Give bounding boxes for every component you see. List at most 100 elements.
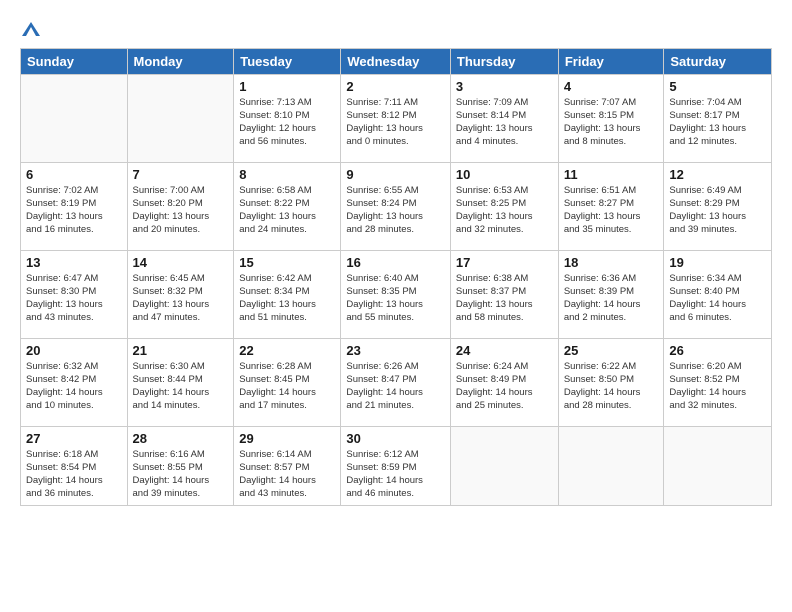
day-info: Sunrise: 7:02 AM Sunset: 8:19 PM Dayligh… bbox=[26, 184, 122, 237]
day-number: 5 bbox=[669, 79, 766, 94]
calendar-cell: 16 Sunrise: 6:40 AM Sunset: 8:35 PM Dayli… bbox=[341, 250, 451, 338]
logo-icon bbox=[22, 22, 40, 36]
calendar-cell: 17Sunrise: 6:38 AM Sunset: 8:37 PM Dayli… bbox=[450, 250, 558, 338]
calendar-cell: 18 Sunrise: 6:36 AM Sunset: 8:39 PM Dayli… bbox=[558, 250, 664, 338]
calendar-cell: 28 Sunrise: 6:16 AM Sunset: 8:55 PM Dayli… bbox=[127, 426, 234, 505]
day-number: 10 bbox=[456, 167, 553, 182]
day-info: Sunrise: 7:13 AM Sunset: 8:10 PM Dayligh… bbox=[239, 96, 335, 149]
calendar-cell: 1 Sunrise: 7:13 AM Sunset: 8:10 PM Daylig… bbox=[234, 74, 341, 162]
day-info: Sunrise: 6:28 AM Sunset: 8:45 PM Dayligh… bbox=[239, 360, 335, 413]
day-number: 30 bbox=[346, 431, 445, 446]
day-number: 8 bbox=[239, 167, 335, 182]
day-number: 25 bbox=[564, 343, 659, 358]
day-info: Sunrise: 6:30 AM Sunset: 8:44 PM Dayligh… bbox=[133, 360, 229, 413]
calendar-cell: 5 Sunrise: 7:04 AM Sunset: 8:17 PM Daylig… bbox=[664, 74, 772, 162]
calendar-cell: 20Sunrise: 6:32 AM Sunset: 8:42 PM Dayli… bbox=[21, 338, 128, 426]
day-number: 16 bbox=[346, 255, 445, 270]
day-number: 28 bbox=[133, 431, 229, 446]
calendar-cell: 15 Sunrise: 6:42 AM Sunset: 8:34 PM Dayli… bbox=[234, 250, 341, 338]
calendar-cell: 11 Sunrise: 6:51 AM Sunset: 8:27 PM Dayli… bbox=[558, 162, 664, 250]
day-info: Sunrise: 6:53 AM Sunset: 8:25 PM Dayligh… bbox=[456, 184, 553, 237]
calendar-table: SundayMondayTuesdayWednesdayThursdayFrid… bbox=[20, 48, 772, 506]
day-info: Sunrise: 6:24 AM Sunset: 8:49 PM Dayligh… bbox=[456, 360, 553, 413]
day-number: 14 bbox=[133, 255, 229, 270]
calendar-cell bbox=[450, 426, 558, 505]
calendar-cell: 29Sunrise: 6:14 AM Sunset: 8:57 PM Dayli… bbox=[234, 426, 341, 505]
calendar-cell: 26 Sunrise: 6:20 AM Sunset: 8:52 PM Dayli… bbox=[664, 338, 772, 426]
day-number: 27 bbox=[26, 431, 122, 446]
day-number: 1 bbox=[239, 79, 335, 94]
day-info: Sunrise: 7:04 AM Sunset: 8:17 PM Dayligh… bbox=[669, 96, 766, 149]
day-number: 19 bbox=[669, 255, 766, 270]
day-number: 12 bbox=[669, 167, 766, 182]
calendar-cell: 21 Sunrise: 6:30 AM Sunset: 8:44 PM Dayli… bbox=[127, 338, 234, 426]
calendar-cell: 19 Sunrise: 6:34 AM Sunset: 8:40 PM Dayli… bbox=[664, 250, 772, 338]
day-number: 24 bbox=[456, 343, 553, 358]
weekday-header-saturday: Saturday bbox=[664, 48, 772, 74]
weekday-header-friday: Friday bbox=[558, 48, 664, 74]
weekday-header-thursday: Thursday bbox=[450, 48, 558, 74]
calendar-cell: 10 Sunrise: 6:53 AM Sunset: 8:25 PM Dayli… bbox=[450, 162, 558, 250]
day-info: Sunrise: 6:36 AM Sunset: 8:39 PM Dayligh… bbox=[564, 272, 659, 325]
calendar-cell bbox=[664, 426, 772, 505]
calendar-cell: 23Sunrise: 6:26 AM Sunset: 8:47 PM Dayli… bbox=[341, 338, 451, 426]
day-number: 4 bbox=[564, 79, 659, 94]
day-number: 2 bbox=[346, 79, 445, 94]
day-info: Sunrise: 6:22 AM Sunset: 8:50 PM Dayligh… bbox=[564, 360, 659, 413]
day-info: Sunrise: 7:00 AM Sunset: 8:20 PM Dayligh… bbox=[133, 184, 229, 237]
day-number: 7 bbox=[133, 167, 229, 182]
calendar-cell: 13 Sunrise: 6:47 AM Sunset: 8:30 PM Dayli… bbox=[21, 250, 128, 338]
day-number: 18 bbox=[564, 255, 659, 270]
calendar-cell: 24 Sunrise: 6:24 AM Sunset: 8:49 PM Dayli… bbox=[450, 338, 558, 426]
day-number: 26 bbox=[669, 343, 766, 358]
day-info: Sunrise: 6:49 AM Sunset: 8:29 PM Dayligh… bbox=[669, 184, 766, 237]
calendar-cell: 9 Sunrise: 6:55 AM Sunset: 8:24 PM Daylig… bbox=[341, 162, 451, 250]
day-info: Sunrise: 7:11 AM Sunset: 8:12 PM Dayligh… bbox=[346, 96, 445, 149]
calendar-cell: 25 Sunrise: 6:22 AM Sunset: 8:50 PM Dayli… bbox=[558, 338, 664, 426]
day-info: Sunrise: 6:51 AM Sunset: 8:27 PM Dayligh… bbox=[564, 184, 659, 237]
calendar-cell: 30 Sunrise: 6:12 AM Sunset: 8:59 PM Dayli… bbox=[341, 426, 451, 505]
day-info: Sunrise: 6:16 AM Sunset: 8:55 PM Dayligh… bbox=[133, 448, 229, 501]
calendar-cell: 7 Sunrise: 7:00 AM Sunset: 8:20 PM Daylig… bbox=[127, 162, 234, 250]
day-info: Sunrise: 6:55 AM Sunset: 8:24 PM Dayligh… bbox=[346, 184, 445, 237]
day-info: Sunrise: 6:47 AM Sunset: 8:30 PM Dayligh… bbox=[26, 272, 122, 325]
calendar-cell: 12 Sunrise: 6:49 AM Sunset: 8:29 PM Dayli… bbox=[664, 162, 772, 250]
day-info: Sunrise: 6:40 AM Sunset: 8:35 PM Dayligh… bbox=[346, 272, 445, 325]
day-number: 3 bbox=[456, 79, 553, 94]
weekday-header-monday: Monday bbox=[127, 48, 234, 74]
weekday-header-wednesday: Wednesday bbox=[341, 48, 451, 74]
day-number: 13 bbox=[26, 255, 122, 270]
calendar-cell bbox=[558, 426, 664, 505]
calendar-cell bbox=[21, 74, 128, 162]
day-info: Sunrise: 6:42 AM Sunset: 8:34 PM Dayligh… bbox=[239, 272, 335, 325]
day-number: 6 bbox=[26, 167, 122, 182]
day-info: Sunrise: 6:18 AM Sunset: 8:54 PM Dayligh… bbox=[26, 448, 122, 501]
day-info: Sunrise: 6:26 AM Sunset: 8:47 PM Dayligh… bbox=[346, 360, 445, 413]
calendar-cell: 27 Sunrise: 6:18 AM Sunset: 8:54 PM Dayli… bbox=[21, 426, 128, 505]
day-info: Sunrise: 6:38 AM Sunset: 8:37 PM Dayligh… bbox=[456, 272, 553, 325]
logo bbox=[20, 18, 40, 38]
weekday-header-tuesday: Tuesday bbox=[234, 48, 341, 74]
calendar-cell: 2 Sunrise: 7:11 AM Sunset: 8:12 PM Daylig… bbox=[341, 74, 451, 162]
day-info: Sunrise: 6:32 AM Sunset: 8:42 PM Dayligh… bbox=[26, 360, 122, 413]
calendar-cell bbox=[127, 74, 234, 162]
day-number: 22 bbox=[239, 343, 335, 358]
day-info: Sunrise: 7:09 AM Sunset: 8:14 PM Dayligh… bbox=[456, 96, 553, 149]
calendar-cell: 3 Sunrise: 7:09 AM Sunset: 8:14 PM Daylig… bbox=[450, 74, 558, 162]
logo-text bbox=[20, 18, 40, 38]
day-number: 9 bbox=[346, 167, 445, 182]
calendar-cell: 4Sunrise: 7:07 AM Sunset: 8:15 PM Daylig… bbox=[558, 74, 664, 162]
day-info: Sunrise: 6:14 AM Sunset: 8:57 PM Dayligh… bbox=[239, 448, 335, 501]
day-number: 15 bbox=[239, 255, 335, 270]
weekday-header-sunday: Sunday bbox=[21, 48, 128, 74]
calendar-cell: 8 Sunrise: 6:58 AM Sunset: 8:22 PM Daylig… bbox=[234, 162, 341, 250]
day-number: 21 bbox=[133, 343, 229, 358]
day-info: Sunrise: 6:45 AM Sunset: 8:32 PM Dayligh… bbox=[133, 272, 229, 325]
calendar-cell: 22 Sunrise: 6:28 AM Sunset: 8:45 PM Dayli… bbox=[234, 338, 341, 426]
day-info: Sunrise: 6:58 AM Sunset: 8:22 PM Dayligh… bbox=[239, 184, 335, 237]
day-info: Sunrise: 6:34 AM Sunset: 8:40 PM Dayligh… bbox=[669, 272, 766, 325]
day-info: Sunrise: 6:20 AM Sunset: 8:52 PM Dayligh… bbox=[669, 360, 766, 413]
page-header bbox=[20, 18, 772, 38]
day-number: 11 bbox=[564, 167, 659, 182]
day-info: Sunrise: 6:12 AM Sunset: 8:59 PM Dayligh… bbox=[346, 448, 445, 501]
